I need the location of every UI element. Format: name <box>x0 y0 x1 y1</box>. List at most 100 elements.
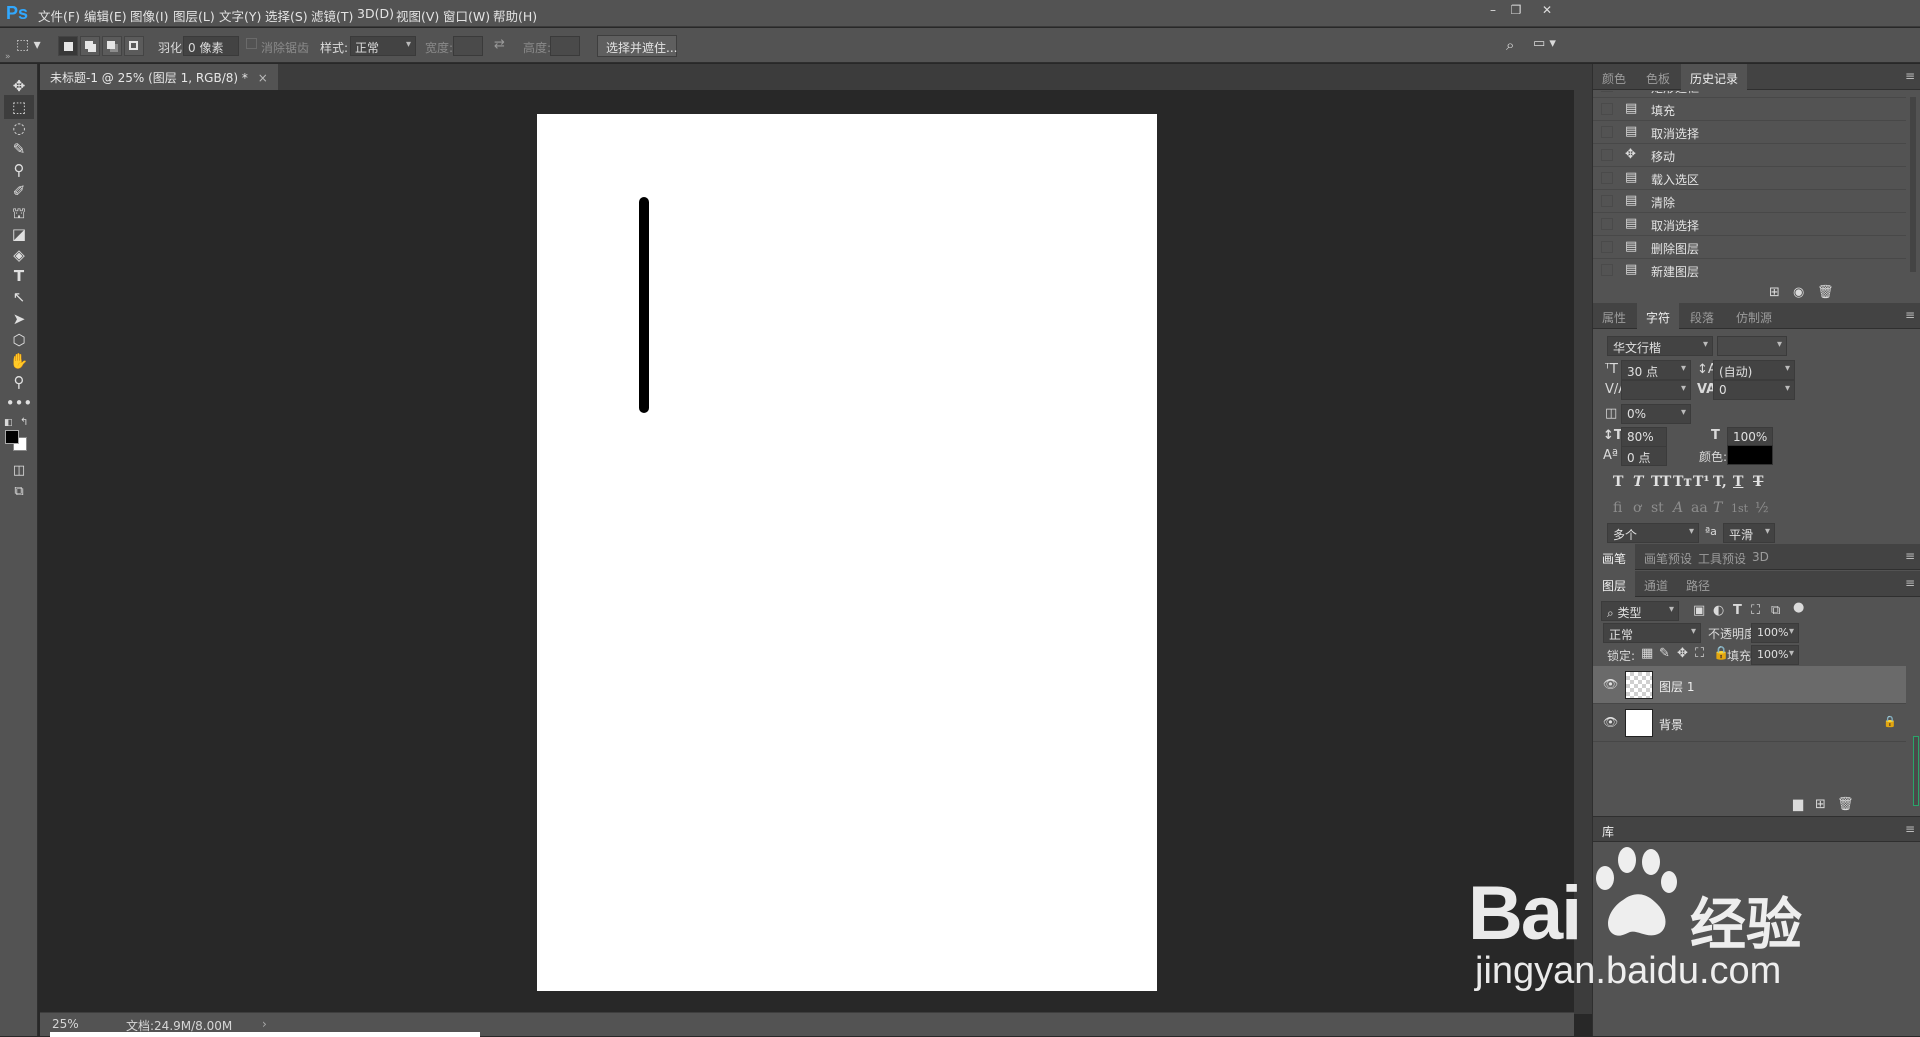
history-row[interactable]: ▤ 填充 <box>1593 98 1906 121</box>
swash-button[interactable]: A <box>1673 500 1683 516</box>
document-canvas[interactable] <box>537 114 1157 991</box>
leading-input[interactable]: (自动) ▾ <box>1713 360 1795 380</box>
horizontal-scale-input[interactable]: 100% <box>1727 427 1773 447</box>
snapshot-source-checkbox[interactable] <box>1601 91 1613 92</box>
more-tools-icon[interactable]: ••• <box>4 391 34 415</box>
titling-button[interactable]: T <box>1713 500 1722 516</box>
tab-swatches[interactable]: 色板 <box>1637 64 1679 90</box>
status-menu-icon[interactable]: › <box>262 1017 267 1031</box>
collapse-icon[interactable]: » <box>5 52 11 62</box>
panel-menu-icon[interactable]: ≡ <box>1905 822 1915 836</box>
menu-view[interactable]: 视图(V) <box>396 6 439 25</box>
all-caps-button[interactable]: TT <box>1651 474 1671 490</box>
screen-mode-icon[interactable]: ⧉ <box>4 480 34 504</box>
opacity-input[interactable]: 100% ▾ <box>1751 623 1799 643</box>
document-tab[interactable]: 未标题-1 @ 25% (图层 1, RGB/8) * × <box>40 64 278 90</box>
select-and-mask-button[interactable]: 选择并遮住... <box>597 35 677 57</box>
restore-icon[interactable]: ❐ <box>1506 3 1526 21</box>
ordinals-button[interactable]: 1st <box>1731 502 1748 515</box>
faux-italic-button[interactable]: T <box>1633 474 1643 490</box>
layer-name[interactable]: 背景 <box>1659 716 1683 733</box>
subscript-button[interactable]: T, <box>1713 474 1727 490</box>
width-input[interactable] <box>453 36 483 56</box>
snapshot-camera-icon[interactable]: ◉ <box>1793 285 1804 300</box>
path-select-tool-icon[interactable]: ↖ <box>4 285 34 309</box>
trash-icon[interactable]: 🗑 <box>1817 285 1834 300</box>
filter-toggle-icon[interactable]: ● <box>1793 600 1804 615</box>
visibility-eye-icon[interactable]: 👁 <box>1603 677 1618 691</box>
layer-row[interactable]: 👁 图层 1 <box>1593 666 1906 704</box>
lock-transparent-icon[interactable]: ▦ <box>1641 646 1653 661</box>
tab-3d[interactable]: 3D <box>1743 544 1778 570</box>
history-row[interactable]: ▤ 清除 <box>1593 190 1906 213</box>
snapshot-source-checkbox[interactable] <box>1601 103 1613 115</box>
baseline-shift-input[interactable]: 0 点 <box>1621 446 1667 466</box>
filter-shape-icon[interactable]: ⛶ <box>1751 603 1760 618</box>
menu-type[interactable]: 文字(Y) <box>219 6 261 25</box>
tab-channels[interactable]: 通道 <box>1635 571 1677 597</box>
panel-menu-icon[interactable]: ≡ <box>1905 308 1915 322</box>
add-selection-button[interactable] <box>80 36 100 56</box>
layer-filter-select[interactable]: ⌕ 类型 ▾ <box>1601 601 1679 621</box>
canvas-area[interactable] <box>40 90 1574 1014</box>
new-group-icon[interactable]: ▆ <box>1793 797 1803 812</box>
subtract-selection-button[interactable] <box>102 36 122 56</box>
lock-pixels-icon[interactable]: ✎ <box>1659 646 1670 661</box>
history-row[interactable]: ⬚ 矩形选框 <box>1593 91 1906 98</box>
strikethrough-button[interactable]: T <box>1753 474 1763 490</box>
ligatures-button[interactable]: fi <box>1613 500 1622 516</box>
zoom-level[interactable]: 25% <box>52 1017 79 1031</box>
tracking-input[interactable]: 0 ▾ <box>1713 380 1795 400</box>
text-color-swatch[interactable] <box>1727 445 1773 465</box>
tab-layers[interactable]: 图层 <box>1593 571 1636 597</box>
kerning-input[interactable]: ▾ <box>1621 380 1691 400</box>
tsume-input[interactable]: 0% ▾ <box>1621 404 1691 424</box>
menu-select[interactable]: 选择(S) <box>265 6 308 25</box>
new-selection-button[interactable] <box>58 36 78 56</box>
menu-window[interactable]: 窗口(W) <box>443 6 490 25</box>
snapshot-source-checkbox[interactable] <box>1601 218 1613 230</box>
horizontal-scrollbar-thumb[interactable] <box>50 1032 480 1037</box>
underline-button[interactable]: T <box>1733 474 1743 490</box>
swap-colors-icon[interactable]: ↰ <box>20 417 28 428</box>
panel-menu-icon[interactable]: ≡ <box>1905 549 1915 563</box>
panel-menu-icon[interactable]: ≡ <box>1905 576 1915 590</box>
tab-character[interactable]: 字符 <box>1637 303 1680 329</box>
new-document-icon[interactable]: ⊞ <box>1769 285 1780 300</box>
history-row[interactable]: ▤ 载入选区 <box>1593 167 1906 190</box>
filter-pixel-icon[interactable]: ▣ <box>1693 603 1705 618</box>
blend-mode-select[interactable]: 正常 ▾ <box>1603 623 1701 643</box>
menu-edit[interactable]: 编辑(E) <box>84 6 127 25</box>
filter-type-icon[interactable]: T <box>1733 603 1742 618</box>
close-icon[interactable]: ✕ <box>1537 3 1557 21</box>
swap-icon[interactable]: ⇄ <box>494 37 505 52</box>
filter-adjustment-icon[interactable]: ◐ <box>1713 603 1724 618</box>
tab-brush[interactable]: 画笔 <box>1593 544 1636 570</box>
menu-image[interactable]: 图像(I) <box>130 6 168 25</box>
default-colors-icon[interactable]: ◧ <box>4 418 13 428</box>
layers-scrollbar[interactable] <box>1913 736 1919 806</box>
menu-filter[interactable]: 滤镜(T) <box>311 6 353 25</box>
brush-tool-icon[interactable]: ✐ <box>4 179 34 203</box>
font-style-select[interactable]: ▾ <box>1717 336 1787 356</box>
vertical-scale-input[interactable]: 80% <box>1621 427 1667 447</box>
language-select[interactable]: 多个 ▾ <box>1607 523 1699 543</box>
tab-clone-source[interactable]: 仿制源 <box>1727 303 1781 329</box>
height-input[interactable] <box>550 36 580 56</box>
snapshot-source-checkbox[interactable] <box>1601 126 1613 138</box>
workspace-icon[interactable]: ▭ ▾ <box>1533 36 1556 51</box>
tab-color[interactable]: 颜色 <box>1593 64 1635 90</box>
snapshot-source-checkbox[interactable] <box>1601 241 1613 253</box>
close-tab-icon[interactable]: × <box>258 71 268 85</box>
tab-paragraph[interactable]: 段落 <box>1681 303 1723 329</box>
intersect-selection-button[interactable] <box>124 36 144 56</box>
font-family-select[interactable]: 华文行楷 ▾ <box>1607 336 1713 356</box>
history-row[interactable]: ▤ 新建图层 <box>1593 259 1906 281</box>
snapshot-source-checkbox[interactable] <box>1601 264 1613 276</box>
foreground-color-swatch[interactable] <box>5 430 19 444</box>
history-row[interactable]: ▤ 取消选择 <box>1593 213 1906 236</box>
snapshot-source-checkbox[interactable] <box>1601 172 1613 184</box>
menu-help[interactable]: 帮助(H) <box>493 6 537 25</box>
discretionary-lig-button[interactable]: st <box>1651 500 1664 516</box>
minimize-icon[interactable]: – <box>1483 3 1503 21</box>
